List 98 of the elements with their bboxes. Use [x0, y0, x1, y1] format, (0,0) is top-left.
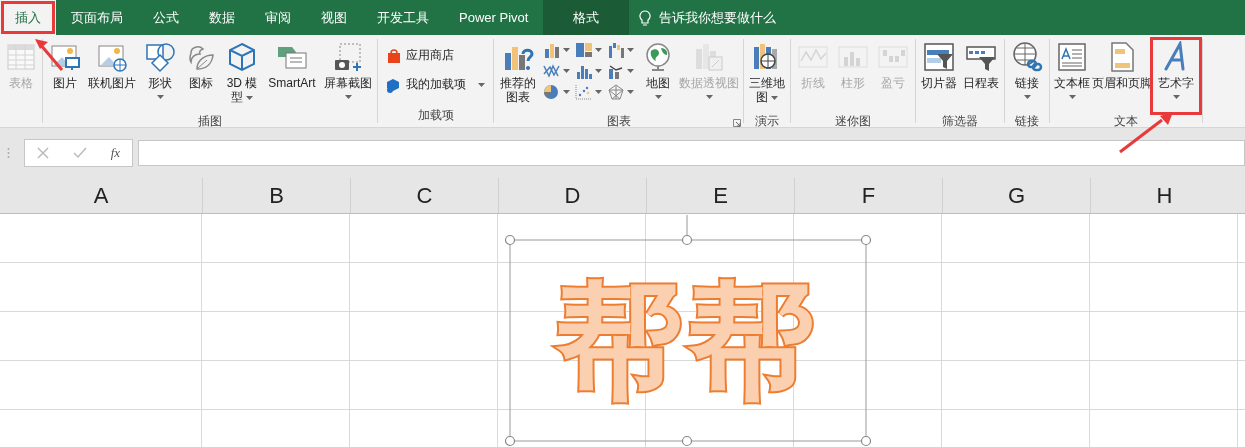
chart-type-button[interactable]: [542, 62, 573, 80]
table-icon: [5, 41, 37, 73]
ribbon-button[interactable]: 图标: [181, 39, 221, 113]
column-header[interactable]: G: [942, 178, 1090, 213]
tell-me-field[interactable]: 告诉我你想要做什么: [657, 9, 862, 26]
column-header[interactable]: B: [202, 178, 350, 213]
column-header[interactable]: F: [794, 178, 942, 213]
histogram-icon: [575, 63, 593, 79]
group-label: 图表: [606, 112, 631, 127]
ribbon-tab[interactable]: 开发工具: [362, 0, 444, 35]
ribbon-button[interactable]: 图片: [45, 39, 85, 113]
caret-icon: [627, 90, 634, 94]
ribbon-button[interactable]: 文本框: [1052, 39, 1092, 113]
ribbon-tab[interactable]: 视图: [306, 0, 362, 35]
group-label: 插图: [198, 112, 222, 127]
formula-input[interactable]: [138, 140, 1245, 166]
combo-chart-icon: [607, 63, 625, 79]
caret-icon: [1068, 95, 1076, 99]
caret-icon: [563, 69, 570, 73]
chart-type-button[interactable]: [606, 62, 637, 80]
caret-icon: [654, 95, 662, 99]
caret-icon: [1023, 95, 1031, 99]
pie-chart-icon: [543, 84, 561, 100]
cube-icon: [226, 41, 258, 73]
add-in-icon: [386, 76, 402, 93]
column-header[interactable]: A: [0, 178, 202, 213]
insert-function-button[interactable]: fx: [110, 145, 121, 161]
column-header[interactable]: E: [646, 178, 794, 213]
ribbon-button[interactable]: 地图: [639, 39, 677, 113]
ribbon-tab[interactable]: Power Pivot: [444, 0, 544, 35]
chart-type-button[interactable]: [542, 41, 573, 59]
group-label: 链接: [1015, 112, 1039, 127]
caret-icon: [705, 95, 713, 99]
group-label: 加载项: [417, 106, 454, 124]
ribbon-button[interactable]: 3D 模型: [221, 39, 263, 113]
lightbulb-icon: [639, 9, 652, 26]
chart-type-button[interactable]: [606, 83, 637, 101]
caret-icon: [1172, 95, 1180, 99]
checkmark-icon[interactable]: [72, 147, 87, 159]
ribbon-button[interactable]: 日程表: [960, 39, 1002, 113]
cancel-icon[interactable]: [36, 147, 49, 159]
link-icon: [1011, 41, 1043, 73]
caret-icon: [627, 69, 634, 73]
radar-chart-icon: [607, 84, 625, 100]
caret-icon: [595, 90, 602, 94]
ribbon-button[interactable]: 艺术字: [1152, 39, 1200, 113]
chart-type-button[interactable]: [606, 41, 637, 59]
group-label: 迷你图: [835, 112, 871, 127]
ribbon-button[interactable]: 屏幕截图: [321, 39, 375, 113]
screenshot-icon: [332, 41, 364, 73]
chart-type-button[interactable]: [574, 41, 605, 59]
slicer-icon: [923, 41, 955, 73]
ribbon-tab[interactable]: 页面布局: [56, 0, 138, 35]
pivot-chart-icon: [693, 41, 725, 73]
column-chart-icon: [543, 42, 561, 58]
group-label: 筛选器: [942, 112, 978, 127]
waterfall-icon: [607, 42, 625, 58]
caret-icon: [478, 82, 485, 87]
caret-icon: [771, 95, 778, 100]
ribbon-button[interactable]: SmartArt: [263, 39, 321, 113]
line-chart-icon: [543, 63, 561, 79]
grip-icon: [7, 147, 10, 159]
caret-icon: [344, 95, 352, 99]
ribbon-tab[interactable]: 数据: [194, 0, 250, 35]
annotation-arrow: [34, 38, 64, 72]
caret-icon: [156, 95, 164, 99]
caret-icon: [246, 95, 253, 100]
column-header[interactable]: H: [1090, 178, 1238, 213]
group-label: 文本: [1114, 112, 1138, 127]
ribbon-button[interactable]: 链接: [1007, 39, 1047, 113]
textbox-icon: [1056, 41, 1088, 73]
selection-frame-drawing[interactable]: [504, 214, 872, 447]
ribbon-button[interactable]: 推荐的图表: [496, 39, 540, 113]
caret-icon: [595, 48, 602, 52]
treemap-icon: [575, 42, 593, 58]
ribbon-button[interactable]: 联机图片: [85, 39, 139, 113]
ribbon-tab[interactable]: 审阅: [250, 0, 306, 35]
ribbon-button[interactable]: 我的加载项: [384, 74, 487, 95]
ribbon-button[interactable]: 三维地图: [746, 39, 788, 113]
dialog-launcher-icon[interactable]: [733, 119, 741, 127]
column-header[interactable]: D: [498, 178, 646, 213]
ribbon-tab[interactable]: 插入: [0, 0, 56, 35]
caret-icon: [563, 90, 570, 94]
scatter-chart-icon: [575, 84, 593, 100]
caret-icon: [563, 48, 570, 52]
column-header[interactable]: C: [350, 178, 498, 213]
shapes-icon: [144, 41, 176, 73]
ribbon-tab[interactable]: 格式: [543, 0, 630, 35]
ribbon-button[interactable]: 形状: [139, 39, 181, 113]
caret-icon: [595, 69, 602, 73]
chart-type-button[interactable]: [574, 83, 605, 101]
store-icon: [386, 47, 402, 64]
caret-icon: [627, 48, 634, 52]
ribbon-button[interactable]: 应用商店: [384, 45, 487, 66]
ribbon-tab[interactable]: 公式: [138, 0, 194, 35]
ribbon-button[interactable]: 切片器: [918, 39, 960, 113]
chart-type-button[interactable]: [542, 83, 573, 101]
group-label: 演示: [755, 112, 779, 127]
